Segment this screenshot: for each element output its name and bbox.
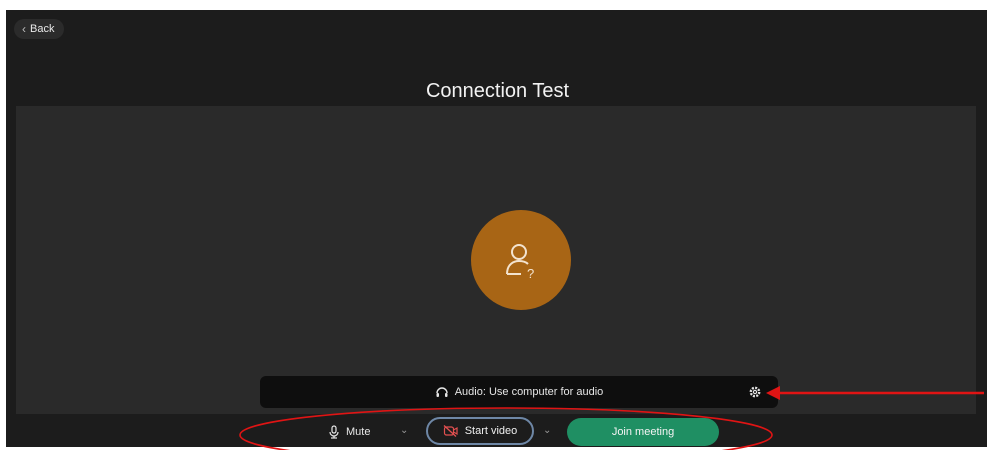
mute-button[interactable]: Mute xyxy=(328,421,370,443)
mute-label: Mute xyxy=(346,426,371,438)
svg-text:?: ? xyxy=(527,266,534,281)
chevron-left-icon: ‹ xyxy=(22,22,26,36)
user-unknown-icon: ? xyxy=(506,244,534,281)
start-video-label: Start video xyxy=(464,425,518,437)
meeting-controls: Mute ⌄ Start video ⌄ Join meeting xyxy=(6,413,987,447)
page-title: Connection Test xyxy=(425,80,570,102)
join-meeting-button[interactable]: Join meeting xyxy=(567,418,719,446)
gear-icon[interactable] xyxy=(746,383,764,401)
back-button[interactable]: ‹ Back xyxy=(14,19,65,39)
microphone-icon xyxy=(329,425,339,439)
connection-test-window: ‹ Back Connection Test ? Audio: Use comp… xyxy=(6,10,987,447)
join-meeting-label: Join meeting xyxy=(611,426,675,438)
video-options-chevron-icon[interactable]: ⌄ xyxy=(543,425,551,436)
start-video-button[interactable]: Start video xyxy=(426,417,534,445)
audio-label: Audio: Use computer for audio xyxy=(454,386,604,398)
headset-icon xyxy=(436,387,448,397)
audio-bar[interactable]: Audio: Use computer for audio xyxy=(260,376,778,408)
mute-options-chevron-icon[interactable]: ⌄ xyxy=(400,425,408,436)
back-button-label: Back xyxy=(30,23,55,35)
avatar: ? xyxy=(471,210,571,310)
video-preview: ? Audio: Use computer for audio xyxy=(16,106,976,414)
video-off-icon xyxy=(443,425,458,437)
